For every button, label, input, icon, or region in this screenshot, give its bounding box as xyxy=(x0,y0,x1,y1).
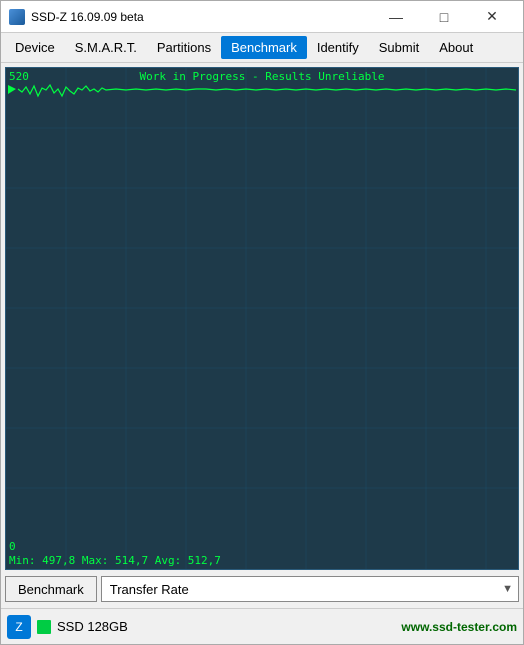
graph-stats-text: Min: 497,8 Max: 514,7 Avg: 512,7 xyxy=(9,554,221,567)
window-controls: — □ ✕ xyxy=(373,4,515,30)
transfer-rate-dropdown[interactable]: Transfer Rate IOPS Access Time xyxy=(101,576,519,602)
menu-item-partitions[interactable]: Partitions xyxy=(147,36,221,59)
benchmark-button[interactable]: Benchmark xyxy=(5,576,97,602)
benchmark-graph: 520 Work in Progress - Results Unreliabl… xyxy=(5,67,519,570)
menu-bar: Device S.M.A.R.T. Partitions Benchmark I… xyxy=(1,33,523,63)
menu-item-about[interactable]: About xyxy=(429,36,483,59)
main-content: 520 Work in Progress - Results Unreliabl… xyxy=(1,63,523,608)
menu-item-identify[interactable]: Identify xyxy=(307,36,369,59)
title-bar: SSD-Z 16.09.09 beta — □ ✕ xyxy=(1,1,523,33)
graph-marker xyxy=(8,85,16,94)
benchmark-line xyxy=(18,85,516,96)
status-icon-text: Z xyxy=(15,620,22,634)
ssd-indicator xyxy=(37,620,51,634)
menu-item-device[interactable]: Device xyxy=(5,36,65,59)
window-title: SSD-Z 16.09.09 beta xyxy=(31,10,373,24)
graph-status-text: Work in Progress - Results Unreliable xyxy=(6,70,518,83)
graph-svg xyxy=(6,68,518,569)
graph-y-bottom-label: 0 xyxy=(9,540,16,553)
menu-item-benchmark[interactable]: Benchmark xyxy=(221,36,307,59)
website-link: www.ssd-tester.com xyxy=(401,620,517,634)
maximize-button[interactable]: □ xyxy=(421,4,467,30)
menu-item-submit[interactable]: Submit xyxy=(369,36,429,59)
status-bar: Z SSD 128GB www.ssd-tester.com xyxy=(1,608,523,644)
minimize-button[interactable]: — xyxy=(373,4,419,30)
close-button[interactable]: ✕ xyxy=(469,4,515,30)
menu-item-smart[interactable]: S.M.A.R.T. xyxy=(65,36,147,59)
controls-row: Benchmark Transfer Rate IOPS Access Time… xyxy=(5,574,519,604)
main-window: SSD-Z 16.09.09 beta — □ ✕ Device S.M.A.R… xyxy=(0,0,524,645)
ssd-label: SSD 128GB xyxy=(57,619,395,634)
app-icon xyxy=(9,9,25,25)
app-status-icon: Z xyxy=(7,615,31,639)
transfer-rate-dropdown-container: Transfer Rate IOPS Access Time ▼ xyxy=(101,576,519,602)
